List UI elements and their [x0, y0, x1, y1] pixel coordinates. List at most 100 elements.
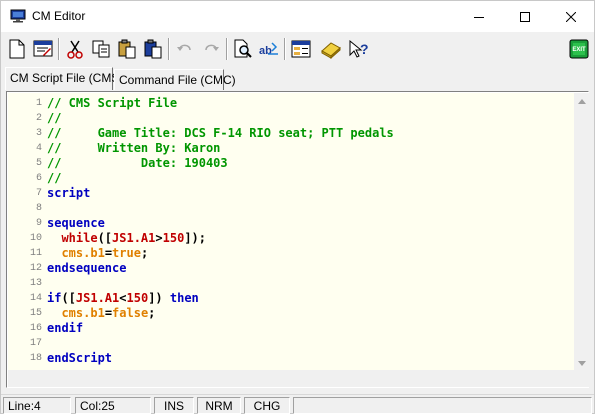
- paste-icon: [118, 39, 136, 59]
- code-token: // Date: 190403: [47, 156, 228, 170]
- line-number-gutter: 1 2 3 4 5 6 7 8 9 10 11 12 13 14 15 16 17 18: [8, 93, 45, 370]
- code-token: ;: [140, 246, 149, 260]
- code-token: ;: [148, 306, 156, 320]
- code-token: false: [112, 306, 149, 320]
- exit-button[interactable]: EXIT: [567, 37, 591, 61]
- code-token: 150: [162, 231, 185, 245]
- line-number: 3: [35, 128, 42, 139]
- cut-button[interactable]: [63, 37, 87, 61]
- find-icon: [234, 39, 252, 58]
- code-token: true: [112, 246, 141, 260]
- tab-cms-script-file[interactable]: CM Script File (CMS): [5, 67, 123, 90]
- code-token: // CMS Script File: [47, 96, 178, 110]
- maximize-button[interactable]: [502, 1, 548, 32]
- code-line: // CMS Script File: [47, 96, 177, 111]
- code-token: <: [119, 291, 127, 305]
- editor-frame: 1 2 3 4 5 6 7 8 9 10 11 12 13 14 15 16 17 18 // CMS Scrip…: [6, 91, 589, 388]
- monitor-icon: [10, 9, 26, 23]
- code-token: ]): [148, 291, 170, 305]
- cut-icon: [67, 40, 83, 59]
- undo-icon: [177, 44, 191, 51]
- code-line: // Date: 190403: [47, 156, 228, 171]
- svg-text:?: ?: [360, 41, 369, 57]
- code-token: while: [61, 231, 98, 245]
- copy-button[interactable]: [89, 37, 113, 61]
- code-line: //: [47, 171, 61, 186]
- code-token: >: [155, 231, 163, 245]
- code-token: //: [47, 111, 62, 125]
- scroll-up-button[interactable]: [574, 93, 589, 109]
- code-line: while([JS1.A1>150]);: [47, 231, 206, 246]
- redo-icon: [205, 44, 219, 51]
- replace-icon: ab: [259, 42, 278, 57]
- status-normal-mode: NRM: [197, 397, 241, 414]
- code-token: script: [47, 186, 91, 200]
- code-token: ([: [61, 291, 76, 305]
- line-number: 17: [29, 338, 42, 349]
- code-token: endsequence: [47, 261, 127, 275]
- code-line: cms.b1=false;: [47, 306, 155, 321]
- code-token: then: [169, 291, 199, 305]
- code-line: endsequence: [47, 261, 126, 276]
- code-token: ]);: [184, 231, 206, 245]
- tab-command-file[interactable]: Command File (CMC): [114, 69, 236, 90]
- line-number: 14: [29, 293, 42, 304]
- window-title: CM Editor: [32, 9, 86, 23]
- line-number: 11: [29, 248, 42, 259]
- minimize-button[interactable]: [456, 1, 502, 32]
- toolbar: ab ? EXIT: [1, 32, 594, 66]
- code-line: if([JS1.A1<150]) then: [47, 291, 199, 306]
- code-line: endif: [47, 321, 83, 336]
- code-token: JS1.A1: [112, 231, 156, 245]
- compile-button[interactable]: [319, 37, 343, 61]
- status-changed: CHG: [244, 397, 290, 414]
- line-number: 2: [35, 113, 42, 124]
- horizontal-scrollbar[interactable]: [8, 370, 574, 387]
- compile-icon: [321, 42, 341, 59]
- open-editor-button[interactable]: [31, 37, 55, 61]
- code-token: if: [47, 291, 62, 305]
- exit-icon: EXIT: [569, 39, 589, 59]
- code-token: //: [47, 171, 62, 185]
- line-number: 4: [35, 143, 42, 154]
- minimize-icon: [474, 16, 484, 18]
- status-column: Col:25: [75, 397, 151, 414]
- line-number: 9: [35, 218, 42, 229]
- line-number: 10: [29, 233, 42, 244]
- paste-special-button[interactable]: [141, 37, 165, 61]
- line-number: 12: [29, 263, 42, 274]
- status-line: Line:4: [3, 397, 71, 414]
- settings-window-button[interactable]: [289, 37, 313, 61]
- code-line: script: [47, 186, 90, 201]
- code-token: JS1.A1: [75, 291, 120, 305]
- new-file-button[interactable]: [5, 37, 29, 61]
- code-token: endScript: [47, 351, 113, 365]
- replace-button[interactable]: ab: [257, 37, 281, 61]
- chevron-up-icon: [577, 98, 586, 104]
- undo-button[interactable]: [173, 37, 197, 61]
- close-button[interactable]: [548, 1, 594, 32]
- find-button[interactable]: [231, 37, 255, 61]
- line-number: 15: [29, 308, 42, 319]
- cm-editor-window: CM Editor ab ? EXIT CM Script File (CMS)…: [0, 0, 595, 414]
- code-token: =: [104, 306, 113, 320]
- code-line: sequence: [47, 216, 105, 231]
- code-token: // Game Title: DCS F-14 RIO seat; PTT pe…: [47, 126, 394, 140]
- code-line: cms.b1=true;: [47, 246, 148, 261]
- code-editor[interactable]: // CMS Script File//// Game Title: DCS F…: [45, 93, 574, 370]
- vertical-scrollbar[interactable]: [574, 93, 589, 387]
- help-button[interactable]: ?: [347, 37, 371, 61]
- line-number: 8: [35, 203, 42, 214]
- new-file-icon: [9, 39, 25, 59]
- code-token: cms.b1: [61, 306, 105, 320]
- scroll-down-button[interactable]: [574, 355, 589, 371]
- line-number: 13: [29, 278, 42, 289]
- help-icon: ?: [349, 39, 369, 58]
- code-token: 150: [126, 291, 149, 305]
- paste-special-icon: [144, 39, 162, 59]
- copy-icon: [92, 40, 110, 58]
- code-line: endScript: [47, 351, 112, 366]
- redo-button[interactable]: [199, 37, 223, 61]
- paste-button[interactable]: [115, 37, 139, 61]
- chevron-down-icon: [577, 360, 586, 366]
